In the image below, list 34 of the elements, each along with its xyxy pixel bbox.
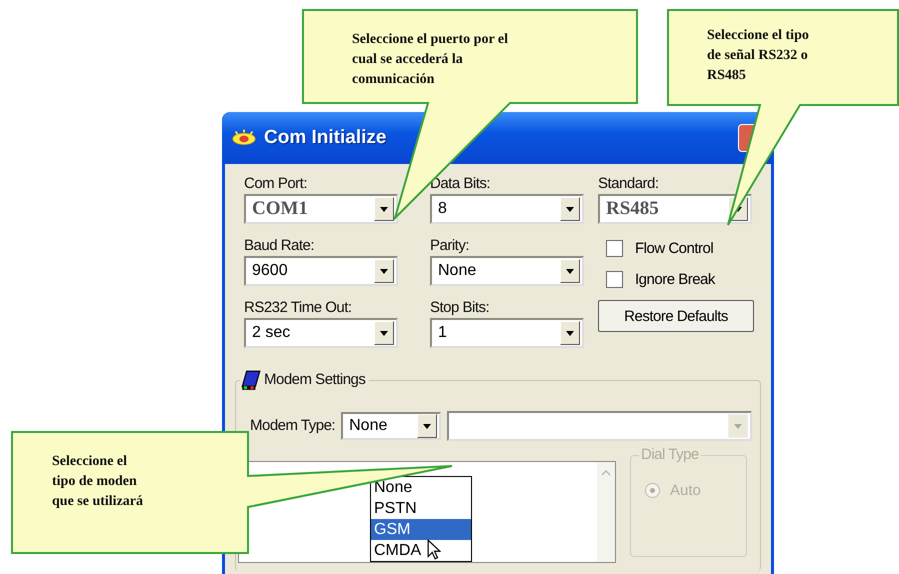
radio-label: Auto xyxy=(670,482,701,499)
dropdown-field[interactable]: COM1 xyxy=(244,194,398,224)
group-title: Modem Settings xyxy=(264,370,366,390)
checkbox-label: Ignore Break xyxy=(635,271,715,288)
dropdown-option[interactable]: GSM xyxy=(371,519,471,540)
dropdown-field[interactable]: 9600 xyxy=(244,256,398,286)
dropdown-field[interactable]: RS485 xyxy=(598,194,752,224)
field-label: Com Port: xyxy=(244,174,308,194)
dropdown-field[interactable]: 8 xyxy=(430,194,584,224)
callout-text: Seleccione el tipo de moden que se utilizará xyxy=(52,453,144,511)
checkbox[interactable] xyxy=(606,271,623,288)
checkbox-label: Flow Control xyxy=(635,240,714,257)
dropdown-option[interactable]: PSTN xyxy=(371,498,471,519)
eye-icon xyxy=(230,128,258,148)
field-label: Modem Type: xyxy=(250,416,336,436)
dropdown-field[interactable]: None xyxy=(430,256,584,286)
scroll-bar[interactable] xyxy=(597,462,615,562)
field-label: Parity: xyxy=(430,236,470,256)
dropdown-option[interactable]: None xyxy=(371,477,471,498)
dropdown-field[interactable]: None xyxy=(341,412,442,440)
checkbox[interactable] xyxy=(606,240,623,257)
group-title: Dial Type xyxy=(639,446,701,463)
field-label: Standard: xyxy=(598,174,660,194)
dropdown-field[interactable]: 2 sec xyxy=(244,318,398,348)
field-label: Baud Rate: xyxy=(244,236,316,256)
dropdown-field[interactable]: 1 xyxy=(430,318,584,348)
restore-defaults-button[interactable]: Restore Defaults xyxy=(598,300,754,332)
callout-text: Seleccione el tipo de señal RS232 o RS485 xyxy=(707,27,810,85)
field-label: RS232 Time Out: xyxy=(244,298,353,318)
window-title: Com Initialize xyxy=(264,127,386,149)
field-label: Stop Bits: xyxy=(430,298,490,318)
dropdown-option[interactable]: CMDA xyxy=(371,540,471,561)
modem-icon xyxy=(240,369,262,391)
callout-text: Seleccione el puerto por el cual se accederá la comunicación xyxy=(352,31,510,89)
